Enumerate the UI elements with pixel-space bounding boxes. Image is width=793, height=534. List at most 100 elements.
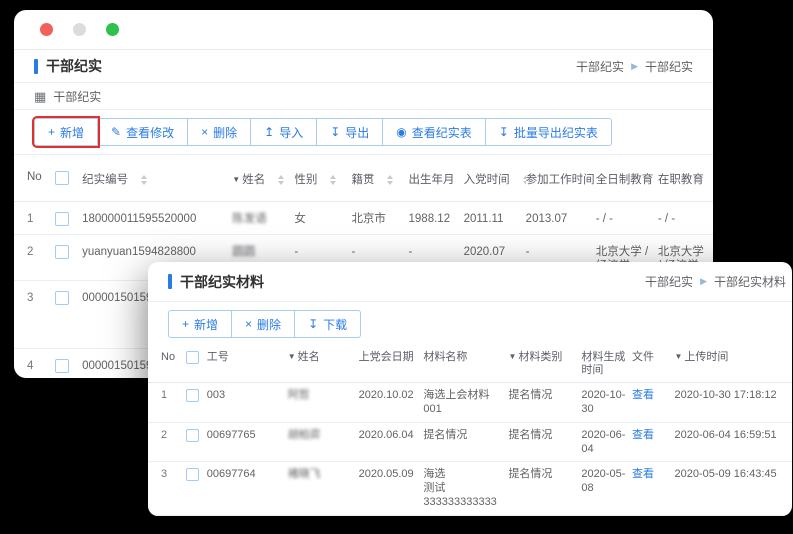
col-select bbox=[186, 346, 206, 383]
select-all-checkbox[interactable] bbox=[186, 351, 199, 364]
col-name-label: 姓名 bbox=[298, 351, 320, 363]
cadre-record-material-dialog: 干部纪实材料 干部纪实 ▶ 干部纪实材料 + 新增 × 删除 ↧ 下载 bbox=[148, 262, 792, 516]
row-select bbox=[186, 515, 206, 516]
row-checkbox[interactable] bbox=[55, 212, 69, 226]
upload-time-cell: 2020-03-04 13:44:28 bbox=[674, 515, 792, 516]
traffic-light-maximize[interactable] bbox=[106, 23, 119, 36]
row-number: 3 bbox=[14, 280, 55, 348]
material-type-cell: 民主推荐情况 bbox=[508, 515, 581, 516]
col-birth-date: 出生年月 bbox=[409, 155, 464, 202]
download-button[interactable]: ↧ 下载 bbox=[294, 310, 361, 338]
traffic-light-close[interactable] bbox=[40, 23, 53, 36]
add-button[interactable]: + 新增 bbox=[34, 118, 98, 146]
sort-icon[interactable] bbox=[278, 175, 284, 185]
upload-time-cell: 2020-10-30 17:18:12 bbox=[674, 383, 792, 423]
row-select bbox=[55, 235, 82, 281]
col-name-label: 姓名 bbox=[242, 174, 265, 186]
close-icon: × bbox=[245, 318, 252, 330]
filter-icon[interactable]: ▼ bbox=[232, 175, 240, 184]
row-number: 1 bbox=[14, 202, 55, 235]
breadcrumb-item-current: 干部纪实材料 bbox=[714, 273, 786, 290]
filter-icon[interactable]: ▼ bbox=[508, 352, 516, 361]
col-record-id: 纪实编号 bbox=[82, 155, 232, 202]
filter-icon[interactable]: ▼ bbox=[288, 352, 296, 361]
row-select bbox=[186, 422, 206, 462]
traffic-light-minimize[interactable] bbox=[73, 23, 86, 36]
col-upload-time: ▼上传时间 bbox=[674, 346, 792, 383]
add-button[interactable]: + 新增 bbox=[168, 310, 232, 338]
export-button[interactable]: ↧ 导出 bbox=[316, 118, 383, 146]
delete-button[interactable]: × 删除 bbox=[231, 310, 295, 338]
table-row: 3 00697764 褚晓飞 2020.05.09 海选 测试333333333… bbox=[148, 462, 792, 515]
view-record-sheet-button-label: 查看纪实表 bbox=[412, 124, 472, 141]
download-icon: ↧ bbox=[330, 126, 340, 138]
table-row: 1 003 阿哲 2020.10.02 海选上会材料001 提名情况 2020-… bbox=[148, 383, 792, 423]
name-cell: 汤晓飞 bbox=[288, 515, 359, 516]
download-icon: ↧ bbox=[499, 126, 509, 138]
sort-icon[interactable] bbox=[387, 175, 393, 185]
table-body: 1 003 阿哲 2020.10.02 海选上会材料001 提名情况 2020-… bbox=[148, 383, 792, 516]
row-checkbox[interactable] bbox=[186, 468, 199, 481]
edit-icon: ✎ bbox=[111, 126, 121, 138]
meeting-date-cell: 2020.10.02 bbox=[359, 383, 424, 423]
breadcrumb-item[interactable]: 干部纪实 bbox=[645, 273, 693, 290]
sort-icon[interactable] bbox=[330, 175, 336, 185]
add-button-label: 新增 bbox=[60, 124, 84, 141]
file-cell: 查看 bbox=[632, 462, 675, 515]
gender-cell: 女 bbox=[294, 202, 351, 235]
sort-icon[interactable] bbox=[141, 175, 147, 185]
row-checkbox[interactable] bbox=[55, 291, 69, 305]
material-type-cell: 提名情况 bbox=[508, 462, 581, 515]
delete-button-label: 删除 bbox=[213, 124, 237, 141]
col-file: 文件 bbox=[632, 346, 675, 383]
download-icon: ↧ bbox=[308, 318, 318, 330]
select-all-checkbox[interactable] bbox=[55, 171, 69, 185]
close-icon: × bbox=[201, 126, 208, 138]
col-select bbox=[55, 155, 82, 202]
page-title-text: 干部纪实 bbox=[46, 56, 102, 76]
col-material-type: ▼材料类别 bbox=[508, 346, 581, 383]
delete-button[interactable]: × 删除 bbox=[187, 118, 251, 146]
material-type-cell: 提名情况 bbox=[508, 383, 581, 423]
meeting-date-cell: 2020.06.04 bbox=[359, 422, 424, 462]
emp-id-cell: 00697764 bbox=[207, 515, 288, 516]
row-checkbox[interactable] bbox=[186, 389, 199, 402]
fulltime-edu-cell: - / - bbox=[596, 202, 658, 235]
table-row: 2 00697765 胡柏弈 2020.06.04 提名情况 提名情况 2020… bbox=[148, 422, 792, 462]
add-button-label: 新增 bbox=[194, 316, 218, 333]
file-cell: 查看 bbox=[632, 383, 675, 423]
row-number: 1 bbox=[148, 383, 186, 423]
row-select bbox=[55, 348, 82, 378]
view-edit-button[interactable]: ✎ 查看修改 bbox=[97, 118, 188, 146]
batch-export-button[interactable]: ↧ 批量导出纪实表 bbox=[485, 118, 612, 146]
download-button-label: 下载 bbox=[323, 316, 347, 333]
row-checkbox[interactable] bbox=[55, 359, 69, 373]
row-checkbox[interactable] bbox=[186, 429, 199, 442]
view-file-link[interactable]: 查看 bbox=[632, 468, 654, 480]
view-record-sheet-button[interactable]: ◉ 查看纪实表 bbox=[382, 118, 486, 146]
col-onjob-edu: 在职教育 bbox=[658, 155, 713, 202]
row-number: 2 bbox=[148, 422, 186, 462]
view-file-link[interactable]: 查看 bbox=[632, 389, 654, 401]
emp-id-cell: 003 bbox=[207, 383, 288, 423]
filter-icon[interactable]: ▼ bbox=[674, 352, 682, 361]
emp-id-cell: 00697765 bbox=[207, 422, 288, 462]
export-button-label: 导出 bbox=[345, 124, 369, 141]
generated-date-cell: 2020-10-30 bbox=[581, 383, 632, 423]
col-native-place-label: 籍贯 bbox=[351, 174, 374, 186]
view-file-link[interactable]: 查看 bbox=[632, 429, 654, 441]
row-checkbox[interactable] bbox=[55, 245, 69, 259]
record-id-cell: 180000011595520000 bbox=[82, 202, 232, 235]
col-no: No bbox=[14, 155, 55, 202]
col-gender: 性别 bbox=[294, 155, 351, 202]
page-title-text: 干部纪实材料 bbox=[180, 272, 264, 292]
col-record-id-label: 纪实编号 bbox=[82, 174, 128, 186]
col-gender-label: 性别 bbox=[294, 174, 317, 186]
col-birth-date-label: 出生年月 bbox=[409, 174, 455, 186]
material-name-cell: 提名情况 bbox=[423, 422, 508, 462]
name-cell: 阿哲 bbox=[288, 383, 359, 423]
breadcrumb-item[interactable]: 干部纪实 bbox=[576, 58, 624, 75]
col-generated-date: 材料生成时间 bbox=[581, 346, 632, 383]
col-fulltime-edu: 全日制教育 bbox=[596, 155, 658, 202]
import-button[interactable]: ↥ 导入 bbox=[250, 118, 317, 146]
